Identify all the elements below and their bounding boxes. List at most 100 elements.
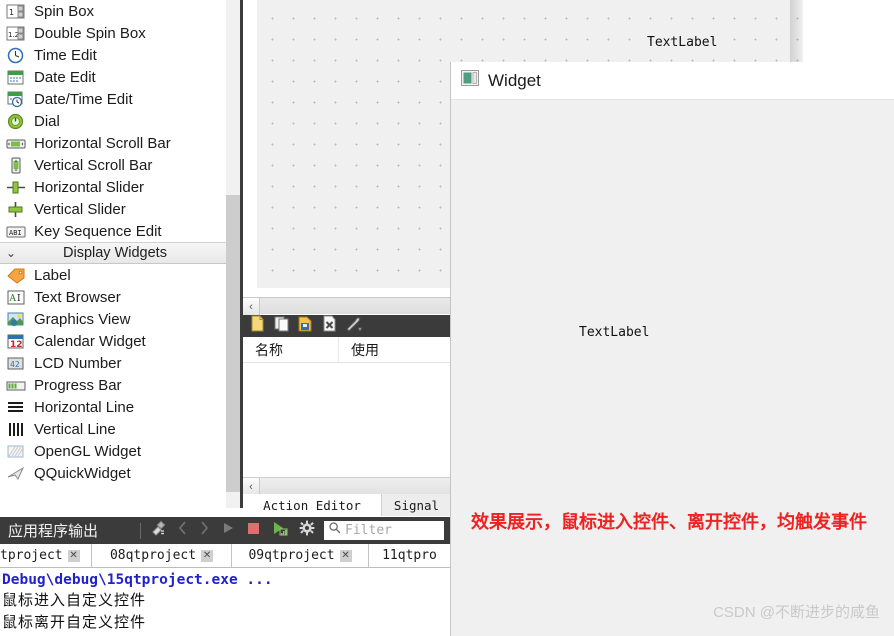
- double-spinbox-icon: 1.2: [6, 25, 26, 42]
- widget-item-vertical-slider[interactable]: Vertical Slider: [0, 198, 234, 220]
- copy-action-icon[interactable]: [273, 315, 290, 337]
- widget-item-progress-bar[interactable]: Progress Bar: [0, 374, 234, 396]
- close-icon[interactable]: ✕: [67, 549, 80, 562]
- output-tab-09qtproject[interactable]: 09qtproject ✕: [232, 544, 369, 567]
- svg-text:12: 12: [10, 340, 23, 350]
- spinbox-icon: 1: [6, 3, 26, 20]
- scroll-left-icon[interactable]: ‹: [243, 478, 260, 495]
- widget-item-vertical-scroll-bar[interactable]: Vertical Scroll Bar: [0, 154, 234, 176]
- widget-item-horizontal-line[interactable]: Horizontal Line: [0, 396, 234, 418]
- scroll-left-icon[interactable]: ‹: [243, 298, 260, 315]
- column-header-name: 名称: [243, 337, 339, 362]
- clear-icon[interactable]: [150, 520, 166, 541]
- output-pane-top-gap: [0, 508, 243, 517]
- horizontal-line-icon: [6, 399, 26, 416]
- output-pane-content[interactable]: Debug\debug\15qtproject.exe ... 鼠标进入自定义控…: [0, 568, 450, 634]
- widget-window-client-area[interactable]: TextLabel 效果展示，鼠标进入控件、离开控件，均触发事件 CSDN @不…: [451, 100, 894, 636]
- widget-item-time-edit[interactable]: Time Edit: [0, 44, 234, 66]
- output-tab-label: 09qtproject: [248, 548, 335, 563]
- delete-action-icon[interactable]: [321, 315, 338, 337]
- widget-item-horizontal-scroll-bar[interactable]: Horizontal Scroll Bar: [0, 132, 234, 154]
- output-toolbar-icons: [150, 520, 315, 541]
- widget-item-label: Graphics View: [34, 310, 131, 328]
- filter-placeholder: Filter: [345, 523, 392, 538]
- widget-item-label: Vertical Slider: [34, 200, 126, 218]
- run-icon[interactable]: [221, 520, 235, 541]
- opengl-widget-icon: [6, 443, 26, 460]
- widget-window-title: Widget: [488, 70, 541, 90]
- tab-signal[interactable]: Signal: [382, 494, 452, 516]
- form-left-margin: [243, 0, 257, 305]
- preview-text-label: TextLabel: [579, 325, 650, 340]
- output-tab-11qtproject[interactable]: 11qtpro: [369, 544, 450, 567]
- widget-item-label[interactable]: Label: [0, 264, 234, 286]
- attach-debugger-icon[interactable]: [272, 520, 288, 541]
- configure-icon[interactable]: [345, 315, 365, 337]
- widget-preview-window: Widget TextLabel 效果展示，鼠标进入控件、离开控件，均触发事件 …: [450, 62, 894, 636]
- column-header-usage: 使用: [351, 342, 379, 358]
- widget-item-dial[interactable]: Dial: [0, 110, 234, 132]
- tab-action-editor[interactable]: Action Editor: [243, 494, 382, 516]
- widget-item-lcd-number[interactable]: 42 LCD Number: [0, 352, 234, 374]
- edit-action-icon[interactable]: [297, 315, 314, 337]
- output-tab-08qtproject[interactable]: 08qtproject ✕: [92, 544, 232, 567]
- widget-item-spin-box[interactable]: 1 Spin Box: [0, 0, 234, 22]
- time-edit-icon: [6, 47, 26, 64]
- vertical-line-icon: [6, 421, 26, 438]
- vertical-slider-icon: [6, 201, 26, 218]
- widget-window-titlebar[interactable]: Widget: [451, 62, 894, 100]
- close-icon[interactable]: ✕: [339, 549, 352, 562]
- widget-item-qquickwidget[interactable]: QQuickWidget: [0, 462, 234, 484]
- output-line: 鼠标进入自定义控件: [2, 592, 147, 609]
- widget-item-label: Spin Box: [34, 2, 95, 20]
- svg-text:1.2: 1.2: [8, 31, 19, 39]
- label-icon: [6, 267, 26, 284]
- widget-box-scrollbar-thumb[interactable]: [226, 195, 240, 492]
- key-sequence-edit-icon: ABI: [6, 223, 26, 240]
- output-tab-tproject[interactable]: tproject ✕: [0, 544, 92, 567]
- output-tab-label: 08qtproject: [109, 548, 197, 563]
- settings-icon[interactable]: [299, 520, 315, 541]
- widget-item-label: Vertical Line: [34, 420, 116, 438]
- filter-input[interactable]: Filter: [324, 521, 445, 540]
- widget-item-double-spin-box[interactable]: 1.2 Double Spin Box: [0, 22, 234, 44]
- prev-icon[interactable]: [177, 520, 188, 541]
- widget-group-display-widgets[interactable]: ⌄ Display Widgets: [0, 242, 234, 264]
- widget-item-opengl-widget[interactable]: OpenGL Widget: [0, 440, 234, 462]
- next-icon[interactable]: [199, 520, 210, 541]
- new-action-icon[interactable]: [249, 314, 266, 337]
- action-panel-tabbar: Action Editor Signal: [243, 494, 452, 516]
- action-table-body[interactable]: [243, 363, 452, 477]
- stop-icon[interactable]: [246, 520, 261, 541]
- widget-item-label: Date Edit: [34, 68, 96, 86]
- application-output-pane: 应用程序输出 Filter tproject ✕ 08qtproject ✕ 0…: [0, 517, 450, 636]
- horizontal-scrollbar-icon: [6, 135, 26, 152]
- widget-item-calendar-widget[interactable]: 12 Calendar Widget: [0, 330, 234, 352]
- action-editor-panel: ‹ 名称 使用 ‹ Action Editor Signal: [243, 297, 452, 517]
- widget-item-date-time-edit[interactable]: Date/Time Edit: [0, 88, 234, 110]
- widget-item-horizontal-slider[interactable]: Horizontal Slider: [0, 176, 234, 198]
- action-editor-toolbar: [243, 314, 452, 337]
- output-pane-toolbar: 应用程序输出 Filter: [0, 517, 450, 544]
- calendar-widget-icon: 12: [6, 333, 26, 350]
- widget-item-key-sequence-edit[interactable]: ABI Key Sequence Edit: [0, 220, 234, 242]
- widget-item-label: Horizontal Slider: [34, 178, 145, 196]
- form-text-label[interactable]: TextLabel: [647, 35, 717, 50]
- widget-item-label: Calendar Widget: [34, 332, 146, 350]
- output-line: Debug\debug\15qtproject.exe ...: [2, 572, 273, 588]
- close-icon[interactable]: ✕: [201, 549, 214, 562]
- action-panel-bottom-scrollbar[interactable]: ‹: [243, 477, 452, 495]
- widget-item-label: OpenGL Widget: [34, 442, 141, 460]
- widget-item-text-browser[interactable]: AI Text Browser: [0, 286, 234, 308]
- widget-box-scrollbar[interactable]: ⌄: [226, 0, 240, 517]
- widget-item-date-edit[interactable]: Date Edit: [0, 66, 234, 88]
- search-icon: [328, 521, 342, 540]
- action-table-header: 名称 使用: [243, 337, 452, 363]
- text-browser-icon: AI: [6, 289, 26, 306]
- app-root: 1 Spin Box 1.2 Double Spin Box Time Edit…: [0, 0, 894, 636]
- svg-text:1: 1: [9, 8, 14, 17]
- widget-item-vertical-line[interactable]: Vertical Line: [0, 418, 234, 440]
- widget-item-graphics-view[interactable]: Graphics View: [0, 308, 234, 330]
- action-panel-top-scrollbar[interactable]: ‹: [243, 297, 452, 315]
- widget-box-panel: 1 Spin Box 1.2 Double Spin Box Time Edit…: [0, 0, 234, 517]
